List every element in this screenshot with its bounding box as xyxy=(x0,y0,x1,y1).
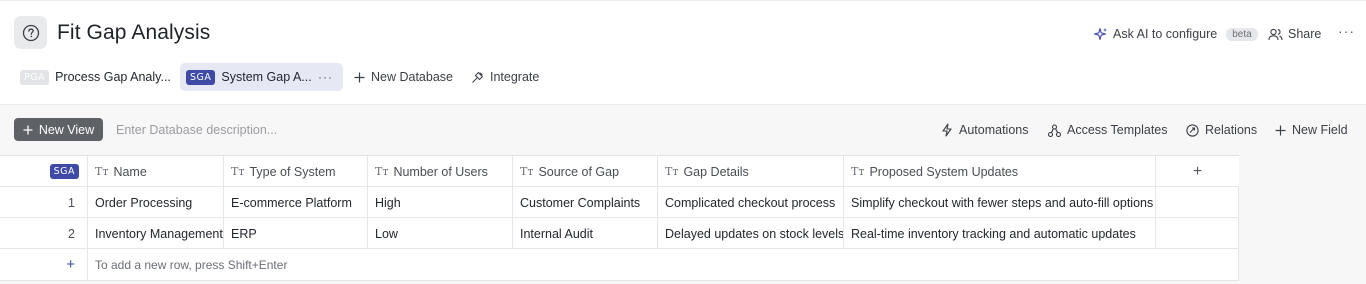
new-database-label: New Database xyxy=(371,70,453,84)
new-database-button[interactable]: New Database xyxy=(354,63,453,91)
plus-icon xyxy=(23,125,33,134)
ask-ai-button[interactable]: Ask AI to configure beta xyxy=(1093,25,1258,43)
share-button[interactable]: Share xyxy=(1268,25,1321,43)
tab-label: Process Gap Analy... xyxy=(55,70,171,84)
row-index: 2 xyxy=(0,218,88,249)
new-field-label: New Field xyxy=(1292,123,1348,137)
tab-badge: SGA xyxy=(186,69,216,85)
text-type-icon: Tт xyxy=(95,165,109,178)
tab-more-icon[interactable]: ··· xyxy=(318,70,333,84)
column-header-label: Name xyxy=(113,164,147,179)
column-header-label: Source of Gap xyxy=(538,164,620,179)
page-header: Fit Gap Analysis Ask AI to configure bet… xyxy=(0,0,1366,104)
row-index: 1 xyxy=(0,187,88,218)
table-cell[interactable]: Internal Audit xyxy=(513,218,658,249)
table-cell[interactable]: E-commerce Platform xyxy=(224,187,368,218)
lightning-icon xyxy=(942,123,952,137)
hierarchy-icon xyxy=(1048,123,1061,137)
table-cell[interactable]: Simplify checkout with fewer steps and a… xyxy=(844,187,1156,218)
page-title: Fit Gap Analysis xyxy=(57,21,211,44)
column-header-number-of-users[interactable]: Tт Number of Users xyxy=(368,156,513,187)
column-header-label: Proposed System Updates xyxy=(869,164,1019,179)
table-cell-empty xyxy=(1156,187,1239,218)
data-table: SGA Tт Name Tт Type of System Tт Number … xyxy=(0,155,1239,281)
beta-badge: beta xyxy=(1226,27,1258,41)
table-cell[interactable]: Complicated checkout process xyxy=(658,187,844,218)
database-description-input[interactable]: Enter Database description... xyxy=(116,123,277,137)
relations-button[interactable]: Relations xyxy=(1186,122,1257,138)
access-templates-button[interactable]: Access Templates xyxy=(1048,122,1168,138)
new-field-button[interactable]: New Field xyxy=(1275,122,1348,138)
users-icon xyxy=(1268,28,1283,40)
table-cell[interactable]: Real-time inventory tracking and automat… xyxy=(844,218,1156,249)
plug-icon xyxy=(472,71,484,83)
column-header-type-of-system[interactable]: Tт Type of System xyxy=(224,156,368,187)
new-view-button[interactable]: New View xyxy=(14,118,103,141)
table-cell[interactable]: High xyxy=(368,187,513,218)
add-row-button[interactable]: + xyxy=(0,249,88,280)
text-type-icon: Tт xyxy=(375,165,389,178)
add-column-button[interactable]: + xyxy=(1156,156,1239,187)
tab-system-gap-analysis[interactable]: SGA System Gap A... ··· xyxy=(180,63,343,91)
table-cell[interactable]: Low xyxy=(368,218,513,249)
table-cell[interactable]: ERP xyxy=(224,218,368,249)
table-cell-empty xyxy=(1156,218,1239,249)
relations-label: Relations xyxy=(1205,123,1258,137)
ask-ai-label: Ask AI to configure xyxy=(1113,27,1218,41)
text-type-icon: Tт xyxy=(665,165,679,178)
text-type-icon: Tт xyxy=(851,165,865,178)
column-header-name[interactable]: Tт Name xyxy=(88,156,224,187)
add-row[interactable]: + To add a new row, press Shift+Enter xyxy=(0,249,1239,280)
plus-icon xyxy=(1275,125,1286,135)
column-header-label: Gap Details xyxy=(683,164,749,179)
integrate-label: Integrate xyxy=(490,70,540,84)
column-header-label: Type of System xyxy=(249,164,336,179)
column-header-label: Number of Users xyxy=(393,164,488,179)
tab-process-gap-analysis[interactable]: PGA Process Gap Analy... xyxy=(14,63,174,91)
tab-label: System Gap A... xyxy=(221,70,312,84)
column-header-proposed-system-updates[interactable]: Tт Proposed System Updates xyxy=(844,156,1156,187)
table-cell[interactable]: Inventory Management xyxy=(88,218,224,249)
table-badge-cell: SGA xyxy=(0,156,88,187)
new-view-label: New View xyxy=(38,122,95,137)
text-type-icon: Tт xyxy=(231,165,245,178)
plus-icon xyxy=(354,72,365,82)
share-label: Share xyxy=(1288,27,1322,41)
more-options-icon[interactable]: ··· xyxy=(1338,23,1355,39)
access-templates-label: Access Templates xyxy=(1067,123,1168,137)
tab-badge: PGA xyxy=(20,69,50,85)
automations-label: Automations xyxy=(959,123,1029,137)
table-cell[interactable]: Customer Complaints xyxy=(513,187,658,218)
help-circle-icon[interactable] xyxy=(14,16,47,49)
table-row[interactable]: 1 Order Processing E-commerce Platform H… xyxy=(0,187,1239,218)
table-badge: SGA xyxy=(49,164,79,179)
column-header-gap-details[interactable]: Tт Gap Details xyxy=(658,156,844,187)
add-row-hint: To add a new row, press Shift+Enter xyxy=(95,257,288,272)
relations-icon xyxy=(1186,123,1199,137)
table-cell[interactable]: Order Processing xyxy=(88,187,224,218)
table-row[interactable]: 2 Inventory Management ERP Low Internal … xyxy=(0,218,1239,249)
table-header-row: SGA Tт Name Tт Type of System Tт Number … xyxy=(0,156,1239,187)
automations-button[interactable]: Automations xyxy=(941,122,1028,138)
column-header-source-of-gap[interactable]: Tт Source of Gap xyxy=(513,156,658,187)
table-cell[interactable]: Delayed updates on stock levels xyxy=(658,218,844,249)
text-type-icon: Tт xyxy=(520,165,534,178)
sparkle-icon xyxy=(1093,27,1107,40)
integrate-button[interactable]: Integrate xyxy=(471,63,539,91)
